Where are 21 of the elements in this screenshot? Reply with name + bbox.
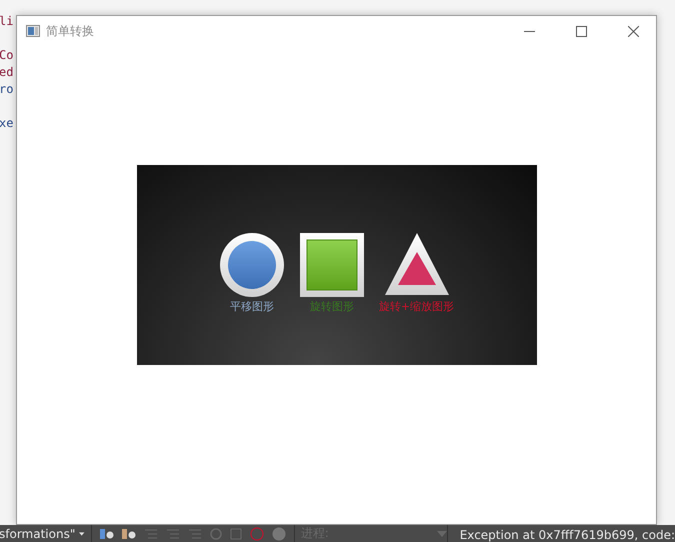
- code-text: Co: [0, 47, 14, 64]
- status-text: Exception at 0x7fff7619b699, code:: [446, 525, 675, 542]
- project-name: sformations": [0, 526, 76, 540]
- breakpoint-icon[interactable]: [250, 526, 264, 540]
- app-icon: [26, 25, 40, 37]
- code-text: li: [0, 13, 14, 30]
- frame-icon[interactable]: [230, 528, 242, 540]
- triangle-shape-icon: [384, 232, 450, 298]
- shape-label: 旋转图形: [310, 300, 354, 313]
- dropdown-arrow-icon[interactable]: [79, 530, 85, 536]
- code-text: ed: [0, 64, 14, 81]
- maximize-icon: [576, 26, 586, 36]
- shape-label: 旋转+缩放图形: [378, 300, 454, 313]
- window-title: 简单转换: [46, 22, 95, 40]
- circle-shape-icon: [218, 232, 285, 298]
- record-icon[interactable]: [272, 526, 286, 540]
- code-text: ro: [0, 81, 14, 98]
- caret-icon: [436, 530, 447, 536]
- shape-label: 平移图形: [230, 300, 274, 313]
- close-icon: [628, 26, 638, 36]
- square-shape-icon: [298, 232, 365, 298]
